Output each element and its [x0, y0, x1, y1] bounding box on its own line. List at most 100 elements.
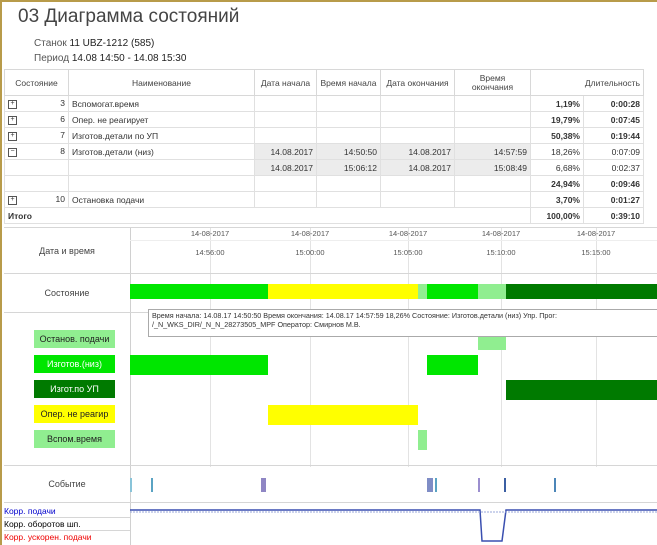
time-tick: 15:10:00: [486, 248, 516, 257]
date-tick: 14-08-2017: [576, 229, 616, 238]
time-tick: 15:05:00: [393, 248, 423, 257]
state-number: 6: [60, 114, 65, 125]
cell-t1: 15:06:12: [316, 159, 381, 176]
state-bar-vspom[interactable]: [418, 284, 427, 299]
total-row: Итого 100,00% 0:39:10: [4, 207, 644, 224]
expand-icon[interactable]: +: [8, 131, 17, 141]
legend-izgotov-niz: Изготов.(низ): [34, 355, 115, 373]
cell-pct: 6,68%: [530, 159, 584, 176]
cell-d2: 14.08.2017: [380, 159, 455, 176]
cell-pct: 24,94%: [530, 175, 584, 192]
collapse-icon[interactable]: −: [8, 147, 17, 157]
date-tick: 14-08-2017: [190, 229, 230, 238]
table-row[interactable]: 24,94% 0:09:46: [4, 175, 644, 192]
corr-rapid-label: Корр. ускорен. подачи: [4, 532, 92, 542]
event-mark[interactable]: [261, 478, 266, 492]
col-end-date: Дата окончания: [380, 69, 455, 96]
machine-label: Станок: [34, 38, 67, 49]
feed-correction-line: [130, 509, 657, 542]
cell-t2: [454, 111, 531, 128]
expand-icon[interactable]: +: [8, 115, 17, 125]
corr-spindle-label: Корр. оборотов шп.: [4, 519, 81, 529]
event-mark[interactable]: [554, 478, 556, 492]
state-cell: [4, 175, 69, 192]
cell-d1: 14.08.2017: [254, 159, 317, 176]
table-body: +3 Вспомогат.время 1,19% 0:00:28 +6 Опер. не …: [4, 95, 644, 224]
gridline: [210, 227, 211, 467]
cell-name: Опер. не реагирует: [68, 111, 255, 128]
state-bar-izgot-up[interactable]: [506, 284, 657, 299]
report-title: 03 Диаграмма состояний: [18, 6, 240, 27]
gantt-vspom[interactable]: [418, 430, 427, 450]
state-number: 7: [60, 130, 65, 141]
row-divider: [4, 273, 657, 274]
state-bar-izgotov-niz[interactable]: [427, 284, 478, 299]
state-number: 3: [60, 98, 65, 109]
cell-t2: [454, 175, 531, 192]
event-mark[interactable]: [427, 478, 433, 492]
event-mark[interactable]: [151, 478, 153, 492]
cell-dur: 0:07:09: [583, 143, 644, 160]
gridline: [310, 227, 311, 467]
state-cell: +6: [4, 111, 69, 128]
state-table: Состояние Наименование Дата начала Время…: [4, 69, 644, 224]
cell-t2: [454, 127, 531, 144]
table-row[interactable]: +10 Остановка подачи 3,70% 0:01:27: [4, 191, 644, 208]
cell-t2: [454, 191, 531, 208]
legend-ostanov-podachi: Останов. подачи: [34, 330, 115, 348]
table-row[interactable]: −8 Изготов.детали (низ) 14.08.2017 14:50:50…: [4, 143, 644, 160]
cell-dur: 0:00:28: [583, 95, 644, 112]
period-label: Период: [34, 53, 70, 64]
col-start-time: Время начала: [316, 69, 381, 96]
cell-name: [68, 159, 255, 176]
state-bar-ostanov[interactable]: [478, 284, 506, 299]
label-divider: [130, 227, 131, 545]
time-tick: 15:15:00: [581, 248, 611, 257]
cell-pct: 18,26%: [530, 143, 584, 160]
cell-pct: 3,70%: [530, 191, 584, 208]
table-row[interactable]: +6 Опер. не реагирует 19,79% 0:07:45: [4, 111, 644, 128]
gantt-izgot-up[interactable]: [506, 380, 657, 400]
state-bar-izgotov-niz[interactable]: [130, 284, 268, 299]
cell-name: Вспомогат.время: [68, 95, 255, 112]
expand-icon[interactable]: +: [8, 99, 17, 109]
table-row[interactable]: 14.08.2017 15:06:12 14.08.2017 15:08:49 6,68…: [4, 159, 644, 176]
period-value: 14.08 14:50 - 14.08 15:30: [71, 53, 187, 64]
gridline: [596, 227, 597, 467]
table-row[interactable]: +3 Вспомогат.время 1,19% 0:00:28: [4, 95, 644, 112]
cell-name: Остановка подачи: [68, 191, 255, 208]
cell-pct: 1,19%: [530, 95, 584, 112]
event-mark[interactable]: [478, 478, 480, 492]
state-cell: [4, 159, 69, 176]
event-mark[interactable]: [130, 478, 132, 492]
cell-d1: [254, 127, 317, 144]
gantt-oper[interactable]: [268, 405, 418, 425]
state-bar-oper[interactable]: [268, 284, 418, 299]
cell-t2: [454, 95, 531, 112]
bar-tooltip: Время начала: 14.08.17 14:50:50 Время ок…: [148, 309, 657, 337]
expand-icon[interactable]: +: [8, 195, 17, 205]
cell-d2: [380, 127, 455, 144]
legend-izgot-up: Изгот.по УП: [34, 380, 115, 398]
cell-t1: [316, 127, 381, 144]
cell-dur: 0:19:44: [583, 127, 644, 144]
cell-dur: 0:02:37: [583, 159, 644, 176]
gantt-izgotov-niz[interactable]: [130, 355, 268, 375]
cell-t1: 14:50:50: [316, 143, 381, 160]
cell-d2: [380, 111, 455, 128]
cell-t1: [316, 95, 381, 112]
legend-oper-ne-reagir: Опер. не реагир: [34, 405, 115, 423]
total-label: Итого: [4, 207, 531, 224]
date-tick: 14-08-2017: [481, 229, 521, 238]
event-mark[interactable]: [504, 478, 506, 492]
state-number: 8: [60, 146, 65, 157]
cell-t1: [316, 191, 381, 208]
cell-d1: 14.08.2017: [254, 143, 317, 160]
event-label: Событие: [48, 479, 86, 489]
cell-d1: [254, 175, 317, 192]
event-mark[interactable]: [435, 478, 437, 492]
state-chart: Дата и время Состояние Событие 14-08-201…: [4, 227, 657, 545]
gantt-izgotov-niz[interactable]: [427, 355, 478, 375]
table-row[interactable]: +7 Изготов.детали по УП 50,38% 0:19:44: [4, 127, 644, 144]
cell-d2: [380, 175, 455, 192]
